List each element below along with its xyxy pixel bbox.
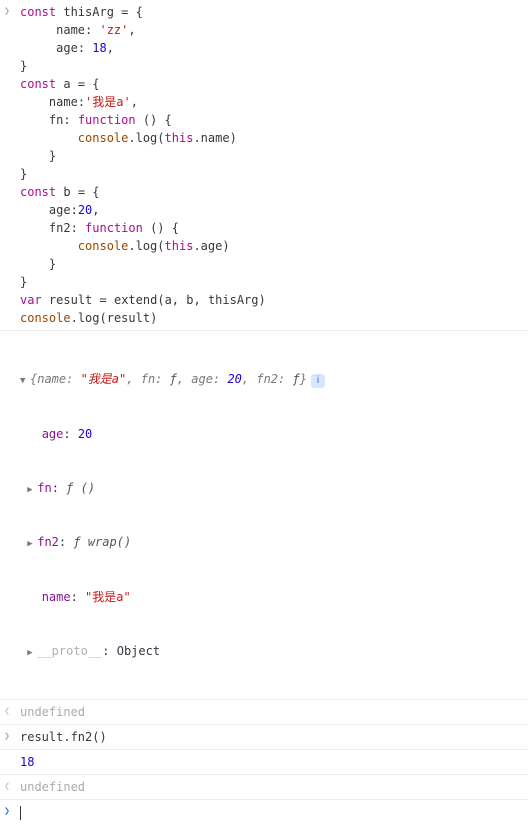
text-caret xyxy=(20,806,21,820)
info-badge-icon[interactable]: i xyxy=(311,374,325,388)
undefined-text: undefined xyxy=(20,703,522,721)
log-number: 18 xyxy=(20,753,522,771)
code-content: const thisArg = { name: 'zz', age: 18, }… xyxy=(20,3,522,327)
object-preview: {name: "我是a", fn: ƒ, age: 20, fn2: ƒ} xyxy=(30,372,307,386)
log-gutter xyxy=(4,334,20,335)
object-prop-age[interactable]: age: 20 xyxy=(20,425,522,443)
object-prop-fn2[interactable]: fn2: ƒ wrap() xyxy=(20,533,522,552)
input-marker-icon xyxy=(4,3,20,19)
object-summary-line[interactable]: {name: "我是a", fn: ƒ, age: 20, fn2: ƒ} i xyxy=(20,370,522,389)
devtools-console: const thisArg = { name: 'zz', age: 18, }… xyxy=(0,0,528,824)
console-prompt[interactable] xyxy=(0,800,528,824)
disclosure-triangle-down-icon[interactable] xyxy=(20,375,30,389)
log-gutter xyxy=(4,753,20,754)
disclosure-triangle-right-icon[interactable] xyxy=(27,538,37,552)
disclosure-triangle-right-icon[interactable] xyxy=(27,647,37,661)
disclosure-triangle-right-icon[interactable] xyxy=(27,484,37,498)
console-entry-input-fn2[interactable]: result.fn2() xyxy=(0,725,528,750)
input-text: result.fn2() xyxy=(20,728,522,746)
object-prop-name[interactable]: name: "我是a" xyxy=(20,588,522,606)
console-entry-return-undefined: undefined xyxy=(0,775,528,800)
console-entry-return-undefined: undefined xyxy=(0,700,528,725)
console-entry-log-number: 18 xyxy=(0,750,528,775)
object-prop-fn[interactable]: fn: ƒ () xyxy=(20,479,522,498)
object-prop-proto[interactable]: __proto__: Object xyxy=(20,642,522,661)
object-expansion: {name: "我是a", fn: ƒ, age: 20, fn2: ƒ} i a… xyxy=(20,334,522,696)
console-entry-input[interactable]: const thisArg = { name: 'zz', age: 18, }… xyxy=(0,0,528,331)
prompt-input[interactable] xyxy=(20,803,522,821)
input-marker-icon xyxy=(4,728,20,744)
prompt-marker-icon xyxy=(4,803,20,819)
output-marker-icon xyxy=(4,703,20,719)
console-entry-log-object[interactable]: {name: "我是a", fn: ƒ, age: 20, fn2: ƒ} i a… xyxy=(0,331,528,700)
output-marker-icon xyxy=(4,778,20,794)
undefined-text: undefined xyxy=(20,778,522,796)
